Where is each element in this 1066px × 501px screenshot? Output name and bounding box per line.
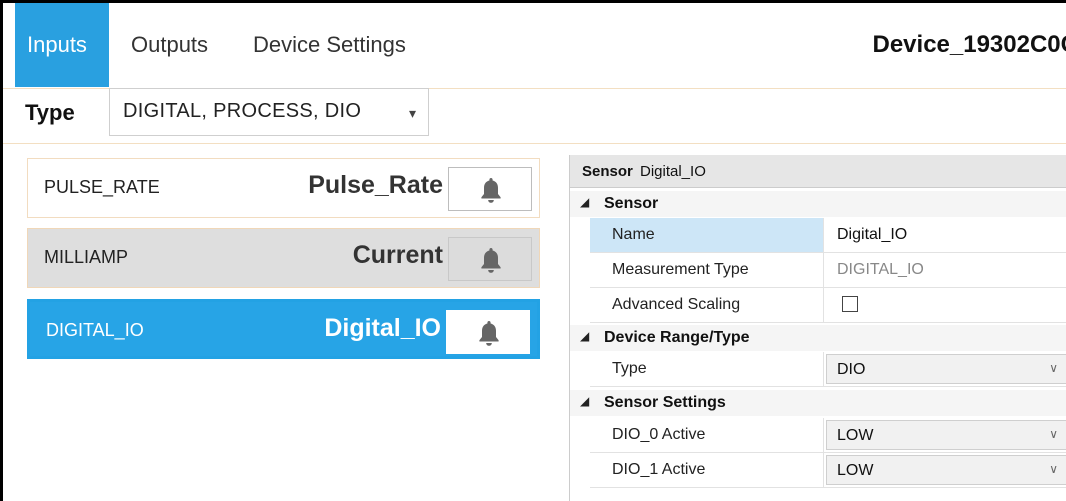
category-label: Sensor xyxy=(604,195,659,212)
property-row-advanced-scaling[interactable]: Advanced Scaling xyxy=(590,288,1066,323)
chevron-down-icon: ∨ xyxy=(1049,361,1058,375)
property-key: Advanced Scaling xyxy=(590,288,824,322)
type-label: Type xyxy=(25,100,75,125)
sensor-item-pulse-rate[interactable]: PULSE_RATE Pulse_Rate xyxy=(27,158,540,218)
chevron-down-icon: ∨ xyxy=(1049,427,1058,441)
alarm-button[interactable] xyxy=(448,237,532,281)
chevron-down-icon: ▾ xyxy=(408,105,416,121)
app-window: Inputs Outputs Device Settings Device_19… xyxy=(0,0,1066,501)
property-row-name[interactable]: Name Digital_IO xyxy=(590,218,1066,253)
bell-icon xyxy=(481,248,501,273)
category-label: Device Range/Type xyxy=(604,329,750,346)
sensor-label: Digital_IO xyxy=(324,314,441,342)
chevron-down-icon: ∨ xyxy=(1049,462,1058,476)
sensor-name: DIGITAL_IO xyxy=(46,320,144,340)
property-value: DIGITAL_IO xyxy=(837,261,924,278)
property-key: Name xyxy=(590,218,824,252)
property-key: Type xyxy=(590,352,824,386)
property-row-type[interactable]: Type DIO ∨ xyxy=(590,352,1066,387)
divider xyxy=(3,143,1066,144)
device-title: Device_19302C0C xyxy=(872,31,1066,58)
property-key: DIO_1 Active xyxy=(590,453,824,487)
dropdown-value: LOW xyxy=(837,427,874,444)
sensor-label: Pulse_Rate xyxy=(308,171,443,199)
category-label: Sensor Settings xyxy=(604,394,726,411)
dropdown-value: DIO xyxy=(837,361,866,378)
tab-outputs[interactable]: Outputs xyxy=(119,3,220,87)
advanced-scaling-checkbox[interactable] xyxy=(842,296,858,312)
alarm-button[interactable] xyxy=(448,167,532,211)
tab-bar: Inputs Outputs Device Settings Device_19… xyxy=(3,3,1066,88)
type-dropdown[interactable]: DIO ∨ xyxy=(826,354,1066,384)
dio1-active-dropdown[interactable]: LOW ∨ xyxy=(826,455,1066,485)
category-device-range-type[interactable]: ◢ Device Range/Type xyxy=(570,325,1066,351)
type-select[interactable]: DIGITAL, PROCESS, DIO ▾ xyxy=(109,88,429,136)
collapse-triangle-icon: ◢ xyxy=(580,195,590,209)
bell-icon xyxy=(481,178,501,203)
category-sensor-settings[interactable]: ◢ Sensor Settings xyxy=(570,390,1066,416)
property-row-dio0-active[interactable]: DIO_0 Active LOW ∨ xyxy=(590,418,1066,453)
tab-inputs[interactable]: Inputs xyxy=(15,3,109,87)
property-grid-header: Sensor Digital_IO xyxy=(570,155,1066,188)
sensor-name: PULSE_RATE xyxy=(44,177,160,197)
sensor-item-milliamp[interactable]: MILLIAMP Current xyxy=(27,228,540,288)
bell-icon xyxy=(479,321,499,346)
dio0-active-dropdown[interactable]: LOW ∨ xyxy=(826,420,1066,450)
property-value[interactable]: Digital_IO xyxy=(837,218,907,252)
tab-device-settings[interactable]: Device Settings xyxy=(241,3,418,87)
dropdown-value: LOW xyxy=(837,462,874,479)
type-filter-row: Type DIGITAL, PROCESS, DIO ▾ xyxy=(3,88,1066,143)
type-select-value: DIGITAL, PROCESS, DIO xyxy=(123,100,362,122)
alarm-button[interactable] xyxy=(446,310,530,354)
property-row-dio1-active[interactable]: DIO_1 Active LOW ∨ xyxy=(590,453,1066,488)
collapse-triangle-icon: ◢ xyxy=(580,329,590,343)
sensor-name: MILLIAMP xyxy=(44,247,129,267)
property-key: DIO_0 Active xyxy=(590,418,824,452)
sensor-label: Current xyxy=(352,241,443,269)
header-name: Digital_IO xyxy=(640,163,706,180)
property-grid: Sensor Digital_IO ◢ Sensor Name Digital_… xyxy=(569,155,1066,501)
property-key: Measurement Type xyxy=(590,253,824,287)
header-type: Sensor xyxy=(582,163,633,180)
sensor-item-digital-io[interactable]: DIGITAL_IO Digital_IO xyxy=(27,299,540,359)
property-row-measurement-type[interactable]: Measurement Type DIGITAL_IO xyxy=(590,253,1066,288)
collapse-triangle-icon: ◢ xyxy=(580,394,590,408)
category-sensor[interactable]: ◢ Sensor xyxy=(570,191,1066,217)
